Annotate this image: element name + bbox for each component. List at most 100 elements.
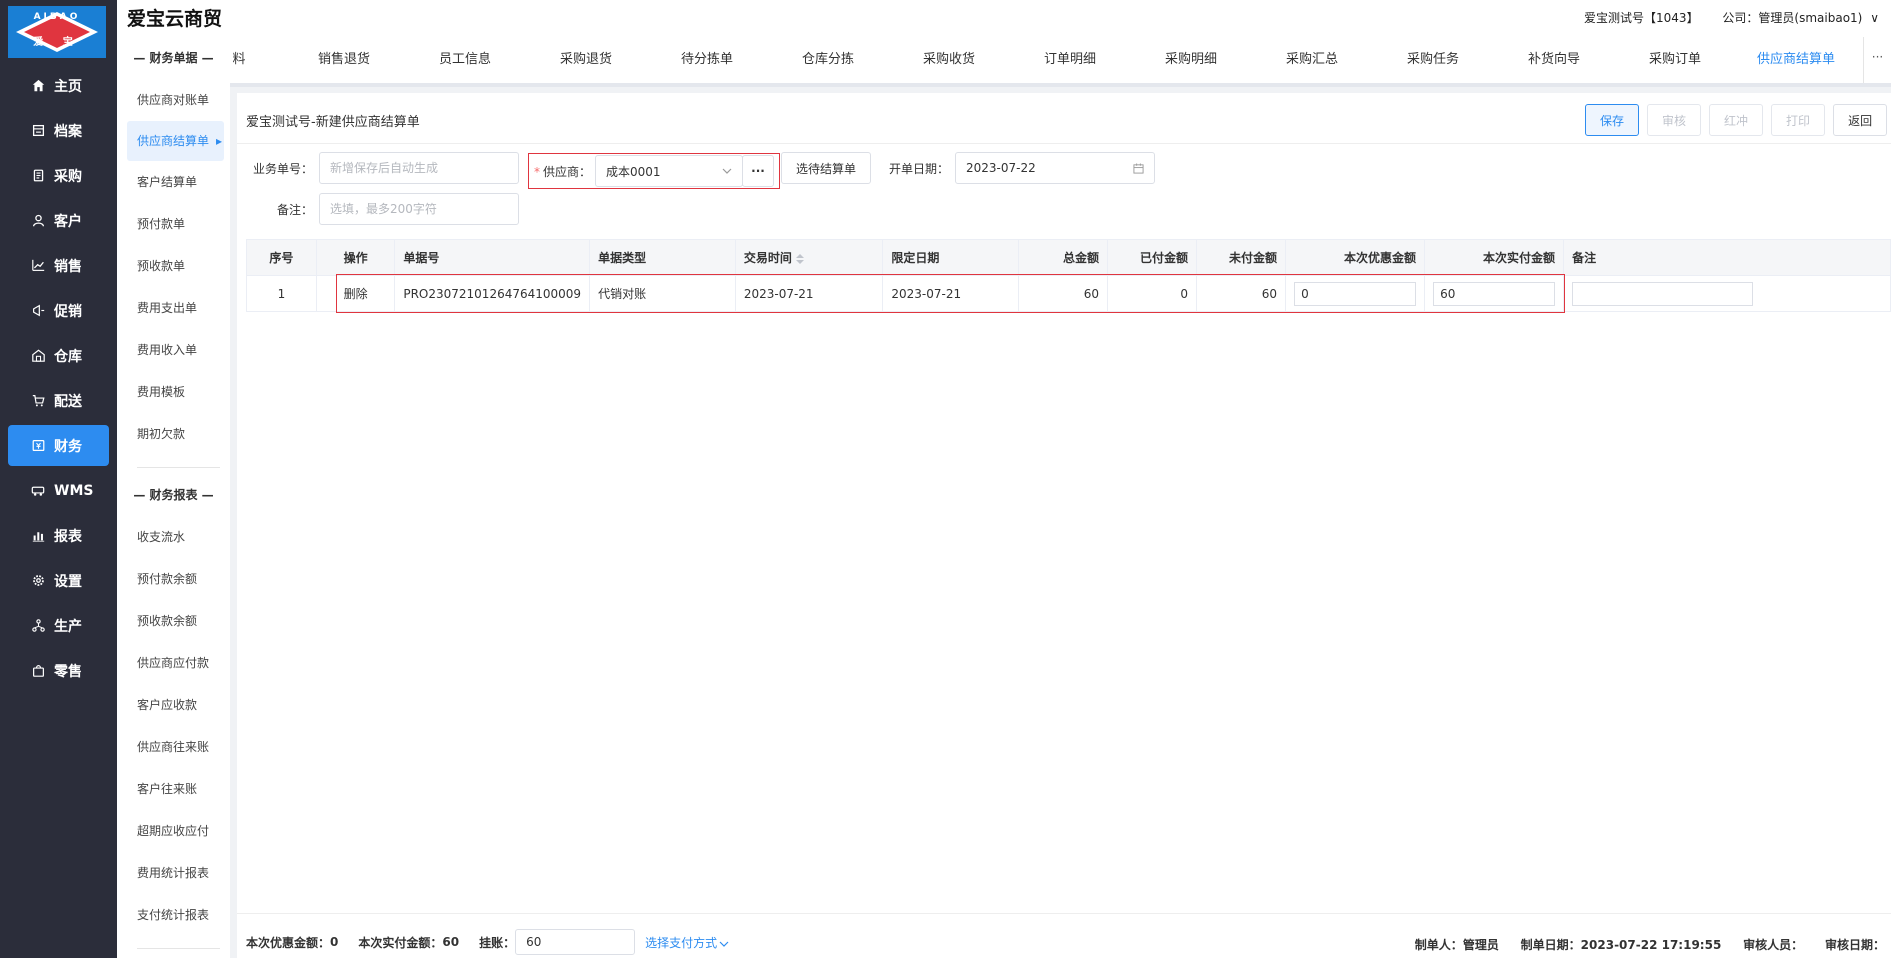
nav-item-report[interactable]: 报表: [8, 515, 109, 556]
nav-item-home[interactable]: 主页: [8, 65, 109, 106]
submenu-item-expense-in[interactable]: 费用收入单: [117, 329, 230, 371]
required-marker: *: [534, 164, 540, 179]
submenu-item-expense-out[interactable]: 费用支出单: [117, 287, 230, 329]
supplier-value: 成本0001: [606, 164, 661, 179]
actual-total-value: 60: [442, 935, 460, 949]
nav-item-archive[interactable]: 档案: [8, 110, 109, 151]
chevron-down-icon[interactable]: ∨: [1870, 11, 1879, 25]
submenu-item-payment-report[interactable]: 支付统计报表: [117, 894, 230, 936]
col-header-sortable[interactable]: 交易时间: [734, 239, 884, 276]
supplier-select[interactable]: 成本0001: [595, 155, 744, 187]
col-header: 单据号: [394, 239, 591, 276]
print-button[interactable]: 打印: [1771, 104, 1826, 136]
company-switcher[interactable]: 管理员(smaibao1): [1758, 11, 1862, 25]
company-label: 公司：: [1722, 11, 1759, 25]
col-header: 单据类型: [589, 239, 736, 276]
submenu-item-overdue[interactable]: 超期应收应付: [117, 810, 230, 852]
remark-input[interactable]: [319, 193, 520, 225]
nav-item-production[interactable]: 生产: [8, 605, 109, 646]
submenu-item-prepayment[interactable]: 预付款单: [117, 203, 230, 245]
tab-item[interactable]: 采购汇总: [1257, 37, 1367, 83]
save-button[interactable]: 保存: [1585, 104, 1640, 136]
submenu-item-expense-report[interactable]: 费用统计报表: [117, 852, 230, 894]
col-header: 序号: [246, 239, 317, 276]
submenu-item-supplier-statement[interactable]: 供应商对账单: [117, 79, 230, 121]
red-reverse-button[interactable]: 红冲: [1709, 104, 1764, 136]
submenu-item-cashflow[interactable]: 收支流水: [117, 516, 230, 558]
maker-label: 制单人：: [1414, 938, 1463, 952]
submenu-item-supplier-ledger[interactable]: 供应商往来账: [117, 726, 230, 768]
pay-method-link[interactable]: 选择支付方式: [645, 934, 729, 951]
tab-item[interactable]: 采购退货: [531, 37, 641, 83]
network-icon: [30, 618, 46, 634]
page-tabs: 料 销售退货 员工信息 采购退货 待分拣单 仓库分拣 采购收货 订单明细 采购明…: [230, 37, 1891, 87]
select-pending-button[interactable]: 选待结算单: [781, 152, 872, 184]
submenu-item-customer-ledger[interactable]: 客户往来账: [117, 768, 230, 810]
audit-button[interactable]: 审核: [1647, 104, 1702, 136]
nav-label: 财务: [54, 438, 82, 455]
bizno-input[interactable]: [319, 152, 520, 184]
col-header: 限定日期: [882, 239, 1020, 276]
maker-value: 管理员: [1462, 938, 1499, 952]
aibao-logo[interactable]: AIBAO 爱 宝: [8, 6, 106, 58]
submenu-item-supplier-payable[interactable]: 供应商应付款: [117, 642, 230, 684]
nav-item-sales[interactable]: 销售: [8, 245, 109, 286]
cell-no: 1: [246, 275, 317, 312]
header-divider: [237, 143, 1891, 144]
tab-item[interactable]: 料: [230, 37, 294, 83]
tab-item[interactable]: 采购任务: [1378, 37, 1488, 83]
nav-item-purchase[interactable]: 采购: [8, 155, 109, 196]
tab-item[interactable]: 仓库分拣: [773, 37, 883, 83]
tab-item[interactable]: 补货向导: [1499, 37, 1609, 83]
nav-label: 销售: [54, 258, 82, 275]
chevron-down-icon: [722, 168, 732, 174]
auditor-label: 审核人员：: [1743, 938, 1804, 952]
submenu-item-customer-settlement[interactable]: 客户结算单: [117, 161, 230, 203]
tab-item[interactable]: 采购收货: [894, 37, 1004, 83]
finance-submenu: — 财务单据 — 供应商对账单 供应商结算单 客户结算单 预付款单 预收款单 费…: [117, 37, 230, 958]
submenu-item-supplier-settlement[interactable]: 供应商结算单: [127, 121, 224, 161]
tab-item[interactable]: 员工信息: [410, 37, 520, 83]
nav-item-wms[interactable]: WMS: [8, 470, 109, 511]
nav-item-warehouse[interactable]: 仓库: [8, 335, 109, 376]
tab-item[interactable]: 销售退货: [289, 37, 399, 83]
date-value: 2023-07-22: [966, 161, 1036, 175]
nav-item-finance[interactable]: 财务: [8, 425, 109, 466]
nav-item-customer[interactable]: 客户: [8, 200, 109, 241]
nav-item-retail[interactable]: 零售: [8, 650, 109, 691]
row-remark-input[interactable]: [1572, 281, 1754, 306]
nav-item-delivery[interactable]: 配送: [8, 380, 109, 421]
nav-label: 促销: [54, 303, 82, 320]
footer-summary: 本次优惠金额： 0 本次实付金额： 60 挂账： 选择支付方式: [246, 929, 729, 955]
hang-input[interactable]: [515, 929, 636, 955]
nav-label: 零售: [54, 663, 82, 680]
back-button[interactable]: 返回: [1833, 104, 1888, 136]
main-content: 爱宝测试号-新建供应商结算单 保存 审核 红冲 打印 返回 业务单号： *供应商…: [237, 93, 1891, 958]
col-header: 备注: [1563, 239, 1891, 276]
tab-item[interactable]: 采购明细: [1136, 37, 1246, 83]
select-pending-group: 选待结算单: [781, 152, 879, 184]
tabs-more-icon[interactable]: ···: [1863, 37, 1891, 83]
submenu-item-advance-balance[interactable]: 预收款余额: [117, 600, 230, 642]
tab-item[interactable]: 采购订单: [1620, 37, 1730, 83]
nav-item-promotion[interactable]: 促销: [8, 290, 109, 331]
submenu-item-advance-receipt[interactable]: 预收款单: [117, 245, 230, 287]
col-header: 操作: [315, 239, 396, 276]
tab-supplier-settlement[interactable]: 供应商结算单: [1741, 37, 1851, 83]
submenu-item-prepay-balance[interactable]: 预付款余额: [117, 558, 230, 600]
warehouse-icon: [30, 348, 46, 364]
archive-icon: [30, 123, 46, 139]
tab-item[interactable]: 待分拣单: [652, 37, 762, 83]
submenu-item-expense-template[interactable]: 费用模板: [117, 371, 230, 413]
make-date-value: 2023-07-22 17:19:55: [1580, 938, 1722, 952]
submenu-item-customer-receivable[interactable]: 客户应收款: [117, 684, 230, 726]
supplier-more-button[interactable]: ···: [742, 155, 775, 187]
main-nav: AIBAO 爱 宝 主页 档案 采购 客户 销售 促销 仓库 配送 财务 WMS…: [0, 0, 117, 958]
sort-icon[interactable]: [795, 253, 804, 264]
audit-date-label: 审核日期：: [1824, 938, 1885, 952]
tab-item[interactable]: 订单明细: [1015, 37, 1125, 83]
logo-text: AIBAO: [33, 12, 81, 22]
nav-item-settings[interactable]: 设置: [8, 560, 109, 601]
date-picker[interactable]: 2023-07-22: [955, 152, 1156, 184]
submenu-item-opening-debt[interactable]: 期初欠款: [117, 413, 230, 455]
